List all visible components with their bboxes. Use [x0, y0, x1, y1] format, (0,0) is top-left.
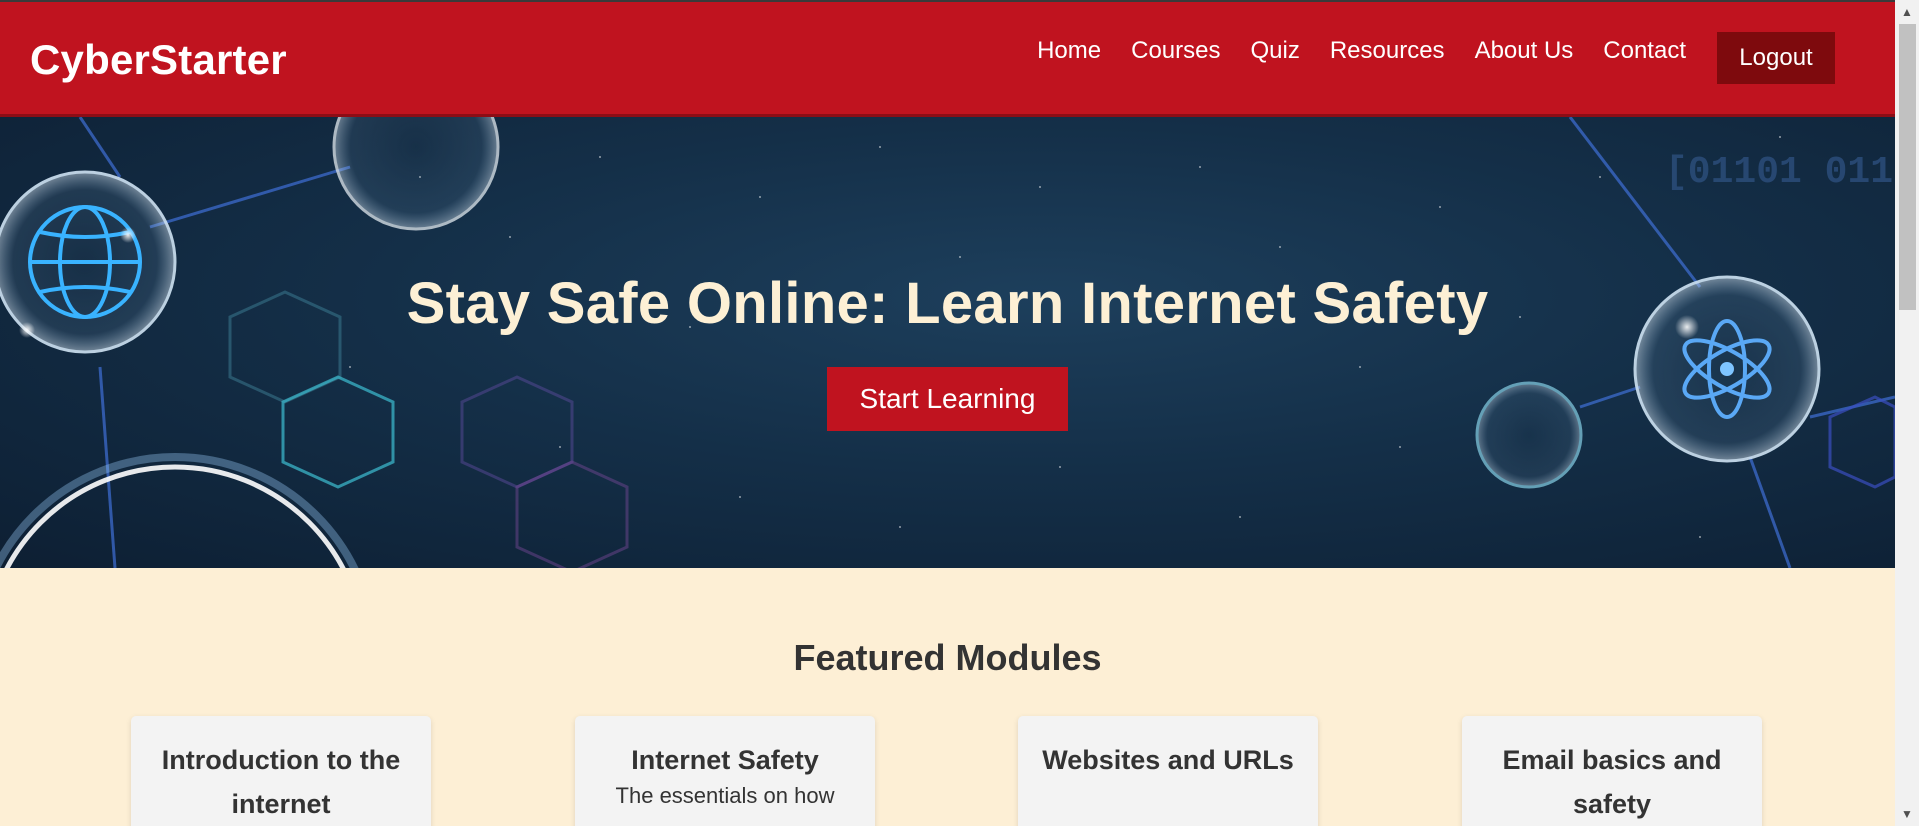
module-card[interactable]: Websites and URLs [1018, 716, 1318, 826]
hero-title: Stay Safe Online: Learn Internet Safety [406, 271, 1489, 336]
nav-about-us[interactable]: About Us [1475, 37, 1574, 65]
nav-quiz[interactable]: Quiz [1250, 37, 1299, 65]
nav-resources[interactable]: Resources [1330, 37, 1445, 65]
scroll-up-arrow-icon[interactable]: ▲ [1895, 0, 1919, 24]
scroll-down-arrow-icon[interactable]: ▼ [1895, 802, 1919, 826]
start-learning-button[interactable]: Start Learning [827, 367, 1068, 431]
binary-text: [01101 0110 [1665, 151, 1895, 194]
logout-button[interactable]: Logout [1717, 32, 1835, 84]
main-nav: Home Courses Quiz Resources About Us Con… [1037, 2, 1895, 114]
nav-courses[interactable]: Courses [1131, 37, 1220, 65]
module-card-title: Websites and URLs [1042, 745, 1294, 775]
hero-banner: [01101 0110 Stay Safe Online: Learn Inte… [0, 117, 1895, 568]
module-card-title: Email basics and safety [1502, 745, 1722, 819]
nav-contact[interactable]: Contact [1603, 37, 1686, 65]
vertical-scrollbar[interactable]: ▲ ▼ [1895, 0, 1919, 826]
hero-background-graphic: [01101 0110 [0, 117, 1895, 568]
page: CyberStarter Home Courses Quiz Resources… [0, 0, 1895, 826]
site-header: CyberStarter Home Courses Quiz Resources… [0, 0, 1895, 117]
nav-home[interactable]: Home [1037, 37, 1101, 65]
scrollbar-thumb[interactable] [1899, 24, 1916, 310]
site-logo[interactable]: CyberStarter [30, 36, 287, 84]
module-card[interactable]: Email basics and safety [1462, 716, 1762, 826]
module-card-title: Introduction to the internet [161, 745, 401, 819]
module-card-title: Internet Safety [631, 745, 819, 775]
module-card-desc: The essentials on how [615, 783, 835, 808]
module-card[interactable]: Introduction to the internet [131, 716, 431, 826]
featured-modules-title: Featured Modules [793, 637, 1102, 678]
module-card[interactable]: Internet Safety The essentials on how [575, 716, 875, 826]
